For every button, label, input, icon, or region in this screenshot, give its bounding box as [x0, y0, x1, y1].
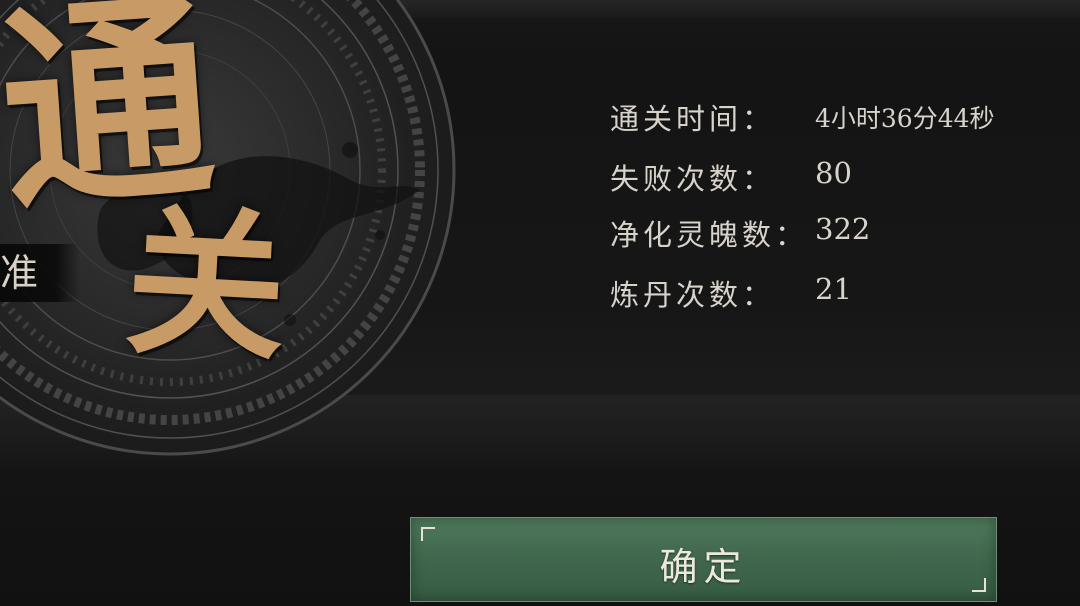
stat-value: 21 [815, 272, 852, 306]
stat-row-fail-count: 失败次数： 80 [610, 156, 1050, 212]
clear-stats: 通关时间： 4小时36分44秒 失败次数： 80 净化灵魄数： 322 炼丹次数… [610, 96, 1050, 328]
stat-label: 失败次数： [610, 162, 776, 196]
confirm-button[interactable]: 确定 [410, 517, 997, 602]
stat-row-clear-time: 通关时间： 4小时36分44秒 [610, 96, 1050, 156]
stat-label: 炼丹次数： [610, 278, 776, 312]
stat-label: 净化灵魄数： [610, 218, 809, 252]
difficulty-tag: 准 [0, 251, 39, 295]
emblem-glyph-bottom: 关 [121, 186, 291, 384]
stat-value: 4小时36分44秒 [815, 104, 995, 133]
stat-value: 80 [815, 156, 852, 190]
level-clear-screen: 通 关 准 通关时间： 4小时36分44秒 失败次数： 80 净化灵魄数： 32… [0, 0, 1080, 606]
confirm-button-label: 确定 [659, 545, 748, 589]
stat-row-alchemy-count: 炼丹次数： 21 [610, 272, 1050, 328]
stat-label: 通关时间： [610, 102, 776, 136]
stat-value: 322 [815, 212, 871, 246]
stat-row-purified-souls: 净化灵魄数： 322 [610, 212, 1050, 272]
